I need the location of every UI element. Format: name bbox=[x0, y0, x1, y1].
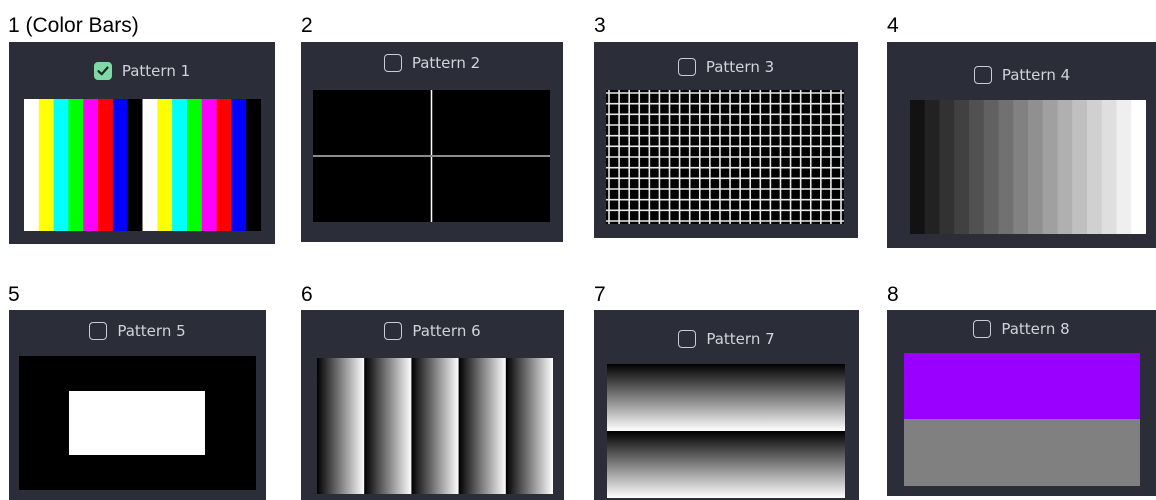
pattern-1-preview[interactable] bbox=[24, 99, 261, 231]
pattern-3-panel: Pattern 3 bbox=[594, 42, 858, 238]
pattern-2-checkbox[interactable] bbox=[383, 54, 402, 72]
pattern-5-preview[interactable] bbox=[19, 356, 256, 490]
pattern-6-caption: 6 bbox=[301, 283, 313, 306]
pattern-8-caption: 8 bbox=[887, 283, 899, 306]
pattern-7-label: Pattern 7 bbox=[706, 330, 775, 348]
pattern-4-label: Pattern 4 bbox=[1001, 66, 1071, 84]
pattern-2-caption: 2 bbox=[301, 14, 313, 37]
pattern-5-label: Pattern 5 bbox=[117, 322, 186, 340]
pattern-7-preview[interactable] bbox=[607, 364, 845, 498]
pattern-4-caption: 4 bbox=[887, 14, 899, 37]
pattern-2-panel: Pattern 2 bbox=[301, 42, 563, 242]
pattern-5-panel: Pattern 5 bbox=[9, 310, 266, 500]
pattern-1-checkbox[interactable] bbox=[93, 62, 112, 80]
checkmark-icon bbox=[97, 66, 109, 76]
pattern-7-checkbox[interactable] bbox=[678, 330, 697, 348]
pattern-3-caption: 3 bbox=[594, 14, 606, 37]
pattern-2-preview[interactable] bbox=[313, 90, 550, 222]
pattern-3-preview[interactable] bbox=[606, 90, 844, 224]
pattern-4-preview[interactable] bbox=[910, 100, 1146, 234]
pattern-8-label: Pattern 8 bbox=[1001, 320, 1070, 338]
pattern-1-panel: Pattern 1 bbox=[9, 42, 275, 244]
pattern-7-caption: 7 bbox=[594, 283, 606, 306]
pattern-3-checkbox[interactable] bbox=[677, 58, 696, 76]
pattern-5-caption: 5 bbox=[8, 283, 20, 306]
pattern-6-label: Pattern 6 bbox=[412, 322, 481, 340]
pattern-5-checkbox[interactable] bbox=[89, 322, 108, 340]
pattern-8-checkbox[interactable] bbox=[973, 320, 992, 338]
pattern-1-caption: 1 (Color Bars) bbox=[8, 14, 139, 37]
pattern-8-panel: Pattern 8 bbox=[887, 310, 1156, 496]
pattern-1-label: Pattern 1 bbox=[121, 62, 191, 80]
pattern-4-checkbox[interactable] bbox=[973, 66, 992, 84]
pattern-6-panel: Pattern 6 bbox=[301, 310, 564, 500]
pattern-4-panel: Pattern 4 bbox=[887, 42, 1156, 248]
pattern-6-checkbox[interactable] bbox=[384, 322, 403, 340]
pattern-3-label: Pattern 3 bbox=[705, 58, 775, 76]
pattern-8-preview[interactable] bbox=[904, 353, 1140, 486]
pattern-7-panel: Pattern 7 bbox=[594, 310, 859, 500]
pattern-2-label: Pattern 2 bbox=[411, 54, 481, 72]
pattern-6-preview[interactable] bbox=[317, 358, 553, 494]
